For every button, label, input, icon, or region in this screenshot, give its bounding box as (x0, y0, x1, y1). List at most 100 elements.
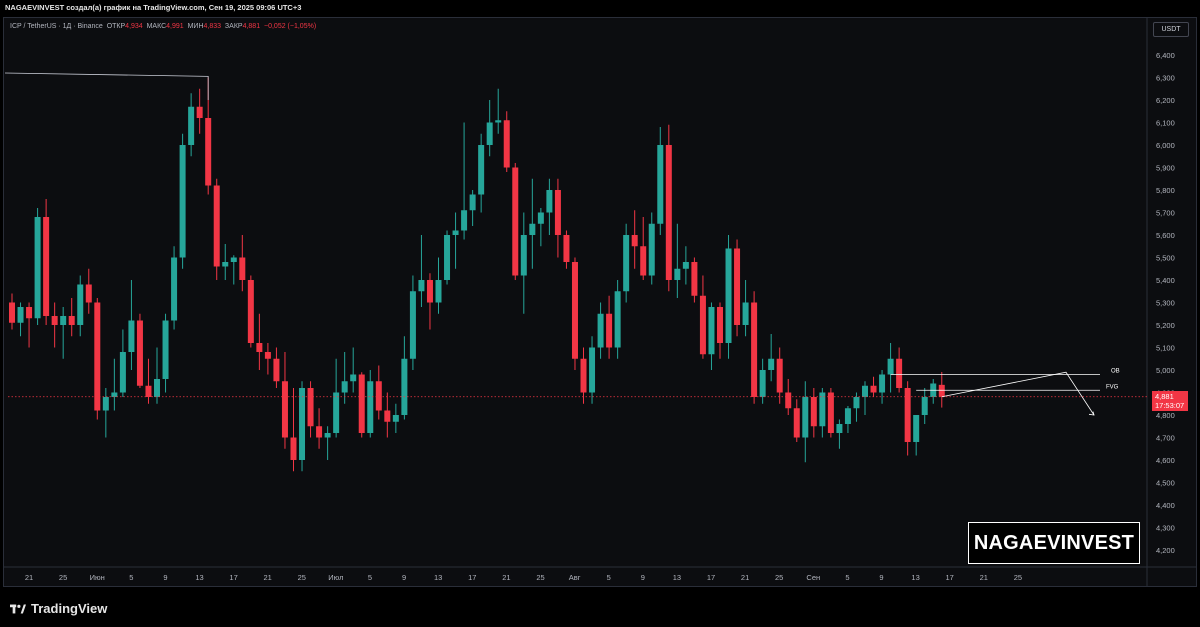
candle-body[interactable] (537, 212, 544, 224)
candle-body[interactable] (836, 424, 843, 433)
candle-body[interactable] (111, 392, 118, 398)
candle-body[interactable] (154, 379, 161, 397)
candle-body[interactable] (691, 262, 698, 296)
candle-body[interactable] (85, 284, 92, 303)
candle-body[interactable] (819, 392, 826, 427)
candle-body[interactable] (94, 302, 101, 411)
candle-body[interactable] (546, 190, 553, 213)
candle-body[interactable] (350, 374, 357, 382)
candle-body[interactable] (512, 167, 519, 276)
candle-body[interactable] (341, 381, 348, 393)
candle-body[interactable] (213, 185, 220, 267)
candle-body[interactable] (290, 437, 297, 461)
candle-body[interactable] (716, 307, 723, 343)
candle-body[interactable] (375, 381, 382, 411)
candle-body[interactable] (879, 374, 886, 393)
candle-body[interactable] (273, 358, 280, 382)
candle-body[interactable] (640, 246, 647, 276)
candle-body[interactable] (768, 358, 775, 370)
candle-body[interactable] (316, 426, 323, 438)
candle-body[interactable] (554, 190, 561, 235)
candle-body[interactable] (461, 210, 468, 231)
candle-body[interactable] (60, 316, 67, 325)
candle-body[interactable] (520, 235, 527, 276)
currency-button[interactable]: USDT (1153, 22, 1189, 37)
candle-body[interactable] (486, 122, 493, 146)
candle-body[interactable] (136, 320, 143, 386)
candle-body[interactable] (256, 343, 263, 352)
candle-body[interactable] (401, 358, 408, 415)
candle-body[interactable] (102, 397, 109, 411)
candle-body[interactable] (827, 392, 834, 434)
candle-body[interactable] (9, 302, 15, 323)
candle-body[interactable] (196, 106, 203, 118)
candle-body[interactable] (26, 307, 33, 319)
candle-body[interactable] (896, 358, 903, 388)
candle-body[interactable] (281, 381, 288, 438)
candle-body[interactable] (188, 106, 195, 145)
candle-body[interactable] (43, 217, 50, 316)
candle-body[interactable] (367, 381, 374, 433)
candle-body[interactable] (145, 385, 152, 397)
candle-body[interactable] (742, 302, 749, 326)
candle-body[interactable] (674, 268, 681, 280)
candle-body[interactable] (734, 248, 741, 326)
candle-body[interactable] (810, 397, 817, 427)
candle-body[interactable] (751, 302, 758, 398)
candle-body[interactable] (171, 257, 178, 321)
candle-body[interactable] (392, 415, 399, 422)
candle-body[interactable] (162, 320, 169, 380)
candle-body[interactable] (17, 307, 24, 323)
candle-body[interactable] (614, 291, 621, 348)
candle-body[interactable] (469, 194, 476, 211)
candle-body[interactable] (384, 410, 391, 422)
candle-body[interactable] (904, 388, 911, 442)
candle-body[interactable] (563, 235, 570, 262)
candle-body[interactable] (333, 392, 340, 434)
candle-body[interactable] (606, 313, 613, 348)
candle-body[interactable] (708, 307, 715, 355)
candle-body[interactable] (785, 392, 792, 409)
candle-body[interactable] (725, 248, 732, 344)
candle-body[interactable] (478, 145, 485, 195)
candle-body[interactable] (264, 352, 271, 359)
candle-body[interactable] (222, 262, 229, 267)
candle-body[interactable] (844, 408, 851, 424)
candle-body[interactable] (119, 352, 126, 393)
candle-body[interactable] (34, 217, 41, 319)
candle-body[interactable] (589, 347, 596, 393)
candle-body[interactable] (247, 280, 254, 343)
candle-body[interactable] (324, 433, 331, 438)
candle-body[interactable] (699, 295, 706, 355)
candle-body[interactable] (495, 120, 502, 123)
candle-body[interactable] (426, 280, 433, 303)
candle-body[interactable] (648, 223, 655, 276)
prior-high-line[interactable] (4, 72, 209, 100)
candle-body[interactable] (938, 384, 945, 397)
tradingview-logo[interactable]: TradingView (10, 601, 107, 616)
candle-body[interactable] (418, 280, 425, 292)
candle-body[interactable] (631, 235, 638, 247)
candle-body[interactable] (444, 235, 451, 280)
candle-body[interactable] (452, 230, 459, 236)
candle-body[interactable] (68, 316, 75, 325)
candle-body[interactable] (913, 415, 920, 442)
candle-body[interactable] (682, 262, 689, 269)
candle-body[interactable] (776, 358, 783, 393)
candle-body[interactable] (179, 145, 186, 258)
candle-body[interactable] (51, 316, 58, 325)
candle-body[interactable] (759, 370, 766, 397)
candle-body[interactable] (358, 374, 365, 434)
candle-body[interactable] (529, 223, 536, 235)
candle-body[interactable] (571, 262, 578, 359)
candle-body[interactable] (802, 397, 809, 438)
candle-body[interactable] (299, 388, 306, 460)
candle-body[interactable] (580, 358, 587, 393)
candle-body[interactable] (503, 120, 510, 168)
candle-body[interactable] (657, 145, 664, 224)
candle-body[interactable] (887, 358, 894, 375)
candle-body[interactable] (409, 291, 416, 359)
candle-body[interactable] (307, 388, 314, 427)
candle-body[interactable] (853, 397, 860, 409)
candle-body[interactable] (230, 257, 237, 263)
